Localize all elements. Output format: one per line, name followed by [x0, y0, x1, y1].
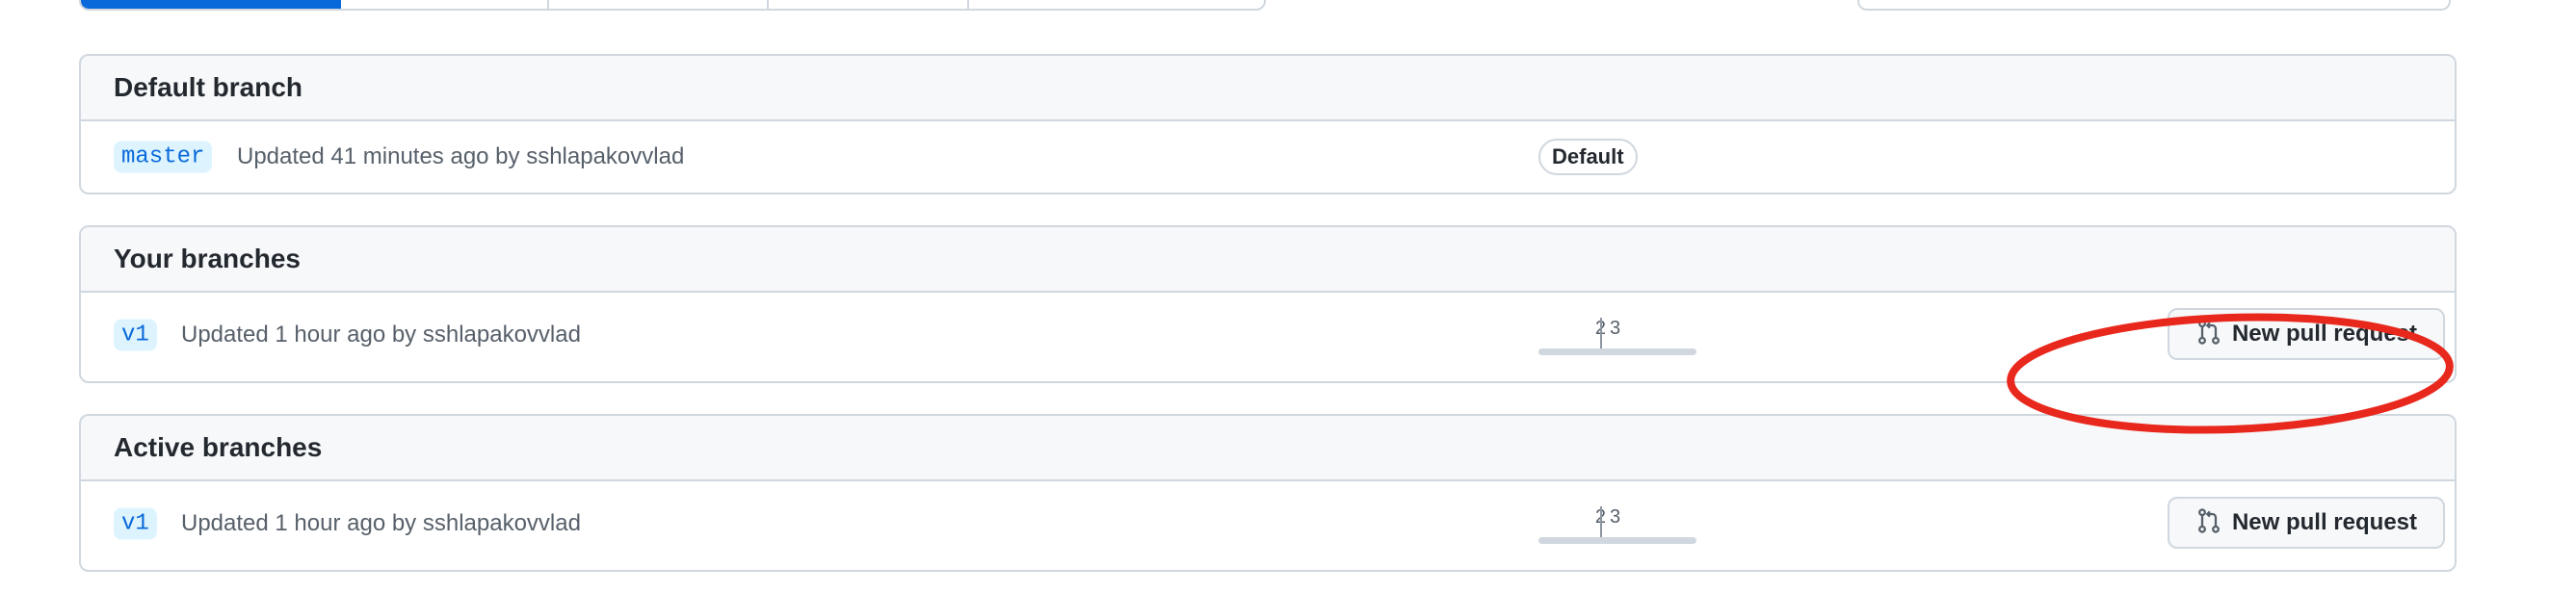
- ahead-count: 3: [1610, 318, 1621, 339]
- ahead-behind-bar: [1538, 348, 1696, 355]
- new-pull-request-button[interactable]: New pull request: [2168, 497, 2445, 549]
- tab-yours[interactable]: [341, 0, 549, 9]
- branch-name-link[interactable]: master: [114, 141, 213, 173]
- git-pull-request-icon: [2195, 505, 2222, 541]
- section-title: Active branches: [114, 432, 323, 462]
- branch-filter-tabs: [79, 0, 1266, 11]
- ahead-behind-divider: [1600, 506, 1602, 541]
- your-branches-box: Your branches v1 Updated 1 hour ago by s…: [79, 225, 2457, 383]
- new-pull-request-label: New pull request: [2231, 321, 2418, 347]
- new-pull-request-label: New pull request: [2231, 509, 2418, 535]
- branch-row: master Updated 41 minutes ago by sshlapa…: [81, 121, 2455, 193]
- ahead-behind-indicator: 2 3: [1538, 318, 1696, 356]
- tab-stale[interactable]: [769, 0, 969, 9]
- branch-name-link[interactable]: v1: [114, 319, 157, 351]
- git-pull-request-icon: [2195, 317, 2222, 352]
- search-branches-input[interactable]: [1857, 0, 2451, 11]
- ahead-behind-divider: [1600, 318, 1602, 352]
- active-branches-header: Active branches: [81, 416, 2455, 481]
- ahead-behind-indicator: 2 3: [1538, 506, 1696, 545]
- new-pull-request-button[interactable]: New pull request: [2168, 308, 2445, 360]
- tab-overview[interactable]: [81, 0, 341, 9]
- branch-updated-text: Updated 41 minutes ago by sshlapakovvlad: [237, 143, 685, 169]
- branch-updated-text: Updated 1 hour ago by sshlapakovvlad: [181, 322, 581, 348]
- tab-active[interactable]: [549, 0, 769, 9]
- tab-all[interactable]: [969, 0, 1264, 9]
- ahead-behind-bar: [1538, 537, 1696, 544]
- active-branches-box: Active branches v1 Updated 1 hour ago by…: [79, 414, 2457, 572]
- branch-row: v1 Updated 1 hour ago by sshlapakovvlad …: [81, 293, 2455, 377]
- your-branches-header: Your branches: [81, 227, 2455, 293]
- default-badge: Default: [1538, 139, 1638, 175]
- branch-row: v1 Updated 1 hour ago by sshlapakovvlad …: [81, 481, 2455, 566]
- default-branch-header: Default branch: [81, 56, 2455, 121]
- default-branch-box: Default branch master Updated 41 minutes…: [79, 54, 2457, 194]
- section-title: Default branch: [114, 72, 303, 102]
- branch-name-link[interactable]: v1: [114, 507, 157, 540]
- ahead-count: 3: [1610, 506, 1621, 528]
- branch-updated-text: Updated 1 hour ago by sshlapakovvlad: [181, 510, 581, 536]
- section-title: Your branches: [114, 244, 301, 273]
